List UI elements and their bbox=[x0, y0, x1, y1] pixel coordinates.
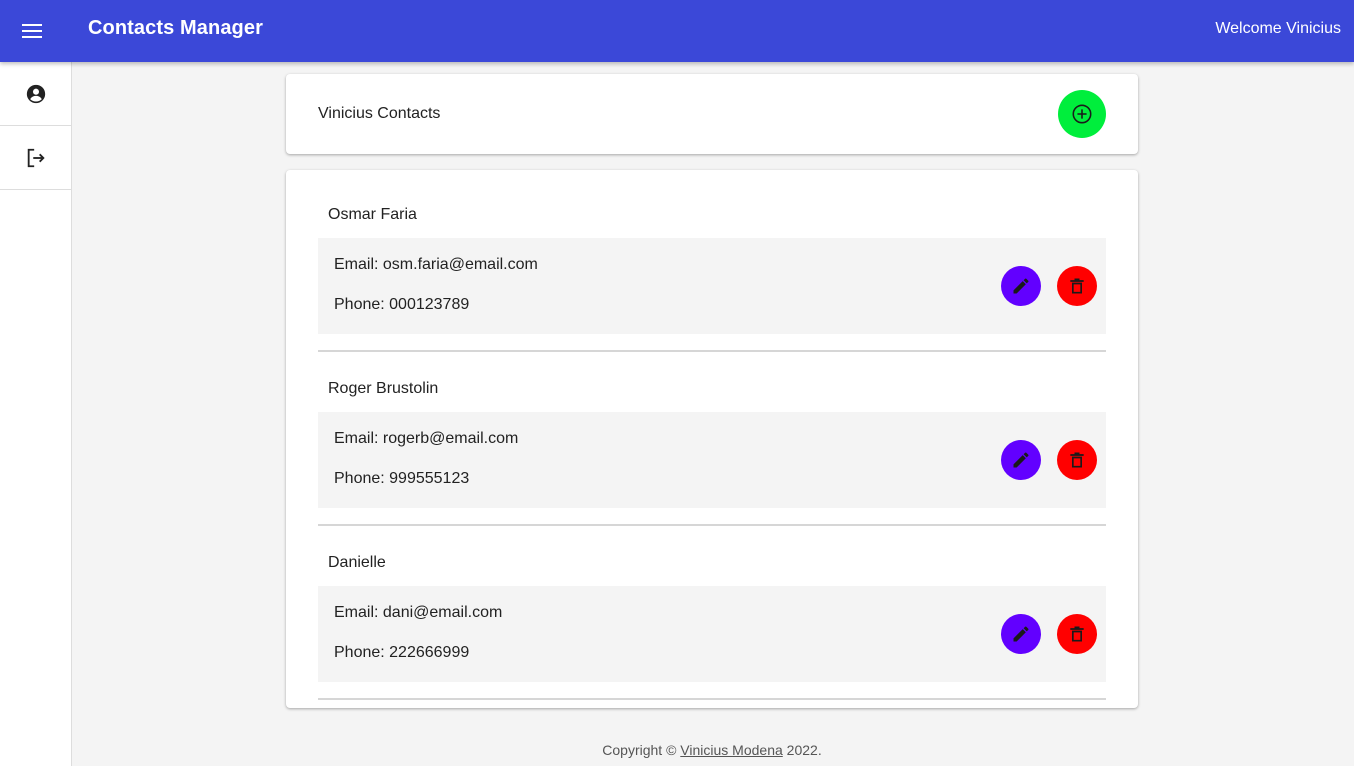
contact-details: Email: osm.faria@email.com Phone: 000123… bbox=[318, 238, 1106, 334]
welcome-text: Welcome Vinicius bbox=[1215, 20, 1341, 37]
trash-icon bbox=[1070, 278, 1084, 294]
pencil-icon bbox=[1013, 626, 1029, 642]
contact-details: Email: dani@email.com Phone: 222666999 bbox=[318, 586, 1106, 682]
delete-contact-button[interactable] bbox=[1057, 614, 1097, 654]
contact-divider bbox=[318, 698, 1106, 700]
contact-phone: Phone: 000123789 bbox=[334, 296, 470, 313]
sidebar-item-logout[interactable] bbox=[0, 126, 71, 190]
footer-copyright-suffix: 2022. bbox=[782, 742, 822, 758]
contact-phone: Phone: 222666999 bbox=[334, 644, 470, 661]
contact-name: Roger Brustolin bbox=[328, 380, 439, 397]
pencil-icon bbox=[1013, 452, 1029, 468]
trash-icon bbox=[1070, 452, 1084, 468]
contact-email: Email: dani@email.com bbox=[334, 604, 503, 621]
contacts-header-title: Vinicius Contacts bbox=[318, 105, 441, 122]
contact-name: Danielle bbox=[328, 554, 386, 571]
menu-icon bbox=[22, 24, 42, 38]
menu-button[interactable] bbox=[14, 13, 50, 49]
edit-contact-button[interactable] bbox=[1001, 266, 1041, 306]
footer-copyright-prefix: Copyright © bbox=[602, 742, 681, 758]
sidebar-item-profile[interactable] bbox=[0, 62, 71, 126]
contact-phone: Phone: 999555123 bbox=[334, 470, 470, 487]
app-title: Contacts Manager bbox=[88, 17, 263, 39]
contact-item: Osmar Faria Email: osm.faria@email.com P… bbox=[318, 170, 1106, 352]
app-bar: Contacts Manager Welcome Vinicius bbox=[0, 0, 1354, 62]
edit-contact-button[interactable] bbox=[1001, 440, 1041, 480]
contacts-header-card: Vinicius Contacts bbox=[286, 74, 1138, 154]
logout-icon bbox=[27, 148, 45, 167]
footer-author-link[interactable]: Vinicius Modena bbox=[680, 742, 782, 758]
footer: Copyright © Vinicius Modena 2022. bbox=[286, 742, 1138, 758]
contact-email: Email: rogerb@email.com bbox=[334, 430, 519, 447]
contacts-list-card: Osmar Faria Email: osm.faria@email.com P… bbox=[286, 170, 1138, 708]
edit-contact-button[interactable] bbox=[1001, 614, 1041, 654]
contact-email: Email: osm.faria@email.com bbox=[334, 256, 538, 273]
add-contact-button[interactable] bbox=[1058, 90, 1106, 138]
contact-details: Email: rogerb@email.com Phone: 999555123 bbox=[318, 412, 1106, 508]
contact-item: Danielle Email: dani@email.com Phone: 22… bbox=[318, 518, 1106, 700]
account-circle-icon bbox=[26, 84, 45, 103]
delete-contact-button[interactable] bbox=[1057, 266, 1097, 306]
contact-name: Osmar Faria bbox=[328, 206, 417, 223]
trash-icon bbox=[1070, 626, 1084, 642]
sidebar bbox=[0, 62, 72, 766]
contact-item: Roger Brustolin Email: rogerb@email.com … bbox=[318, 344, 1106, 526]
pencil-icon bbox=[1013, 278, 1029, 294]
add-circle-icon bbox=[1072, 104, 1092, 124]
delete-contact-button[interactable] bbox=[1057, 440, 1097, 480]
